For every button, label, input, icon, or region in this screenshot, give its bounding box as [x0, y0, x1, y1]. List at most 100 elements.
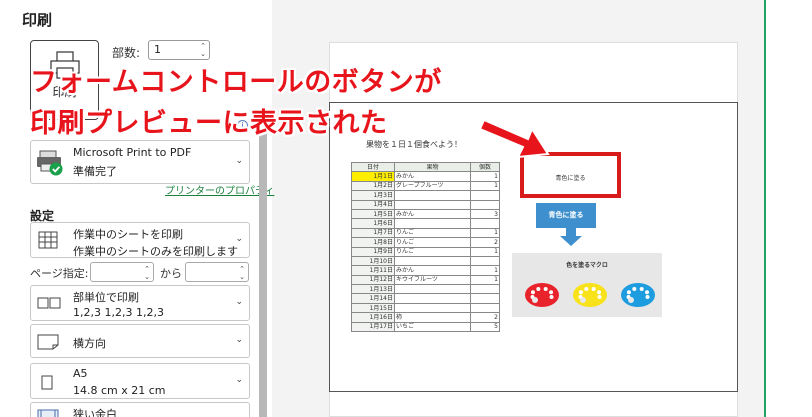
- fruit-table-body: 1月1日 みかん 1 1月2日 グレープフルーツ 1 1月3日 1月4日 1月5日 みかん 3 1月6…: [351, 171, 500, 333]
- date-cell: 1月4日: [351, 199, 395, 210]
- page-from-input[interactable]: ⌃ ⌄: [90, 262, 154, 282]
- count-cell: 1: [470, 171, 500, 182]
- table-row: 1月16日柿 2: [351, 312, 500, 323]
- count-cell: 1: [470, 265, 500, 276]
- collate-icon: [37, 297, 61, 309]
- fruit-cell: みかん: [394, 265, 471, 276]
- chevron-down-icon: ⌄: [235, 297, 243, 307]
- count-cell: 2: [470, 312, 500, 323]
- copies-label: 部数:: [112, 46, 141, 60]
- collate-desc: 1,2,3 1,2,3 1,2,3: [73, 306, 164, 319]
- page-to-spinner-icon[interactable]: ⌃ ⌄: [238, 265, 246, 281]
- macro-image: 色を塗るマクロ: [512, 253, 662, 317]
- date-cell: 1月2日: [351, 180, 395, 192]
- count-cell: [470, 284, 500, 295]
- count-cell: 1: [470, 274, 500, 286]
- paper-icon: [41, 375, 53, 390]
- margins-icon: [37, 409, 59, 417]
- chevron-down-icon: ⌄: [235, 375, 243, 385]
- header-count: 個数: [470, 161, 500, 173]
- page-to-input[interactable]: ⌃ ⌄: [185, 262, 249, 282]
- print-heading: 印刷: [22, 11, 53, 29]
- printer-properties-link[interactable]: プリンターのプロパティ: [165, 182, 274, 197]
- table-row: 1月17日 いちご 5: [351, 321, 500, 333]
- count-cell: [470, 293, 500, 304]
- copies-input[interactable]: 1 ⌃ ⌄: [148, 40, 210, 60]
- count-cell: [470, 302, 500, 314]
- fruit-cell: りんご: [394, 227, 471, 239]
- print-scope-desc: 作業中のシートのみを印刷します: [73, 245, 238, 258]
- red-button-caption: 青色に塗る: [555, 175, 586, 182]
- count-cell: 3: [470, 208, 500, 220]
- fruit-cell: [394, 302, 471, 314]
- date-cell: 1月17日: [351, 321, 395, 333]
- collate-select[interactable]: 部単位で印刷 1,2,3 1,2,3 1,2,3 ⌄: [30, 285, 250, 321]
- count-cell: [470, 199, 500, 210]
- chevron-down-icon: ⌄: [235, 234, 243, 244]
- table-row: 1月15日: [351, 302, 500, 314]
- collate-title: 部単位で印刷: [73, 291, 139, 304]
- header-date: 日付: [351, 161, 395, 173]
- printer-name: Microsoft Print to PDF: [73, 146, 192, 159]
- count-cell: [470, 218, 500, 229]
- fruit-cell: [394, 199, 471, 210]
- copies-spinner-icon[interactable]: ⌃ ⌄: [199, 42, 207, 58]
- pages-label: ページ指定:: [30, 267, 89, 280]
- count-cell: 2: [470, 237, 500, 248]
- chevron-down-icon: ⌄: [235, 156, 243, 166]
- date-cell: 1月3日: [351, 190, 395, 201]
- orientation-value: 横方向: [73, 337, 106, 350]
- palette-icon: [525, 283, 559, 307]
- fruit-cell: キウイフルーツ: [394, 274, 471, 286]
- count-cell: [470, 255, 500, 267]
- fruit-cell: 柿: [394, 312, 471, 323]
- fruit-cell: グレープフルーツ: [394, 180, 471, 192]
- landscape-page-icon: [37, 334, 59, 350]
- blue-paint-button: 青色に塗る: [536, 203, 596, 228]
- fruit-cell: [394, 293, 471, 304]
- fruit-cell: [394, 255, 471, 267]
- count-cell: 1: [470, 246, 500, 257]
- date-cell: 1月15日: [351, 302, 395, 314]
- printer-status-icon: [37, 150, 63, 176]
- date-cell: 1月8日: [351, 237, 395, 248]
- table-row: 1月1日 みかん 1: [351, 171, 500, 182]
- fruit-cell: [394, 284, 471, 295]
- date-cell: 1月7日: [351, 227, 395, 239]
- fruit-cell: みかん: [394, 171, 471, 182]
- print-scope-select[interactable]: 作業中のシートを印刷 作業中のシートのみを印刷します ⌄: [30, 222, 250, 258]
- table-row: 1月11日 みかん 1: [351, 265, 500, 276]
- table-row: 1月9日 りんご 1: [351, 246, 500, 257]
- table-row: 1月7日 りんご 1: [351, 227, 500, 239]
- table-row: 1月5日 みかん 3: [351, 208, 500, 220]
- settings-scrollbar[interactable]: [259, 130, 267, 417]
- date-cell: 1月16日: [351, 312, 395, 323]
- sheet-grid-icon: [38, 231, 58, 249]
- orientation-select[interactable]: 横方向 ⌄: [30, 324, 250, 358]
- date-cell: 1月14日: [351, 293, 395, 304]
- count-cell: 1: [470, 227, 500, 239]
- margins-select[interactable]: 狭い余白: [30, 402, 250, 417]
- paper-size-select[interactable]: A5 14.8 cm x 21 cm ⌄: [30, 363, 250, 399]
- printer-status: 準備完了: [73, 165, 117, 178]
- print-backstage: 印刷 印刷 部数: 1 ⌃ ⌄ i Microsoft Print to PDF …: [0, 0, 812, 417]
- sheet-title: 果物を１日１個食べよう！: [366, 140, 462, 149]
- chevron-down-icon: ⌄: [235, 335, 243, 345]
- paper-name: A5: [73, 367, 88, 380]
- page-from-spinner-icon[interactable]: ⌃ ⌄: [143, 265, 151, 281]
- table-row: 1月13日: [351, 284, 500, 295]
- fruit-cell: いちご: [394, 321, 471, 333]
- fruit-cell: [394, 218, 471, 229]
- paper-dimensions: 14.8 cm x 21 cm: [73, 384, 166, 397]
- palette-icons: [525, 283, 655, 307]
- header-fruit: 果物: [394, 161, 471, 173]
- table-row: 1月10日: [351, 255, 500, 267]
- table-row: 1月12日 キウイフルーツ 1: [351, 274, 500, 286]
- fruit-cell: [394, 190, 471, 201]
- count-cell: 5: [470, 321, 500, 333]
- date-cell: 1月1日: [351, 171, 395, 182]
- printer-select[interactable]: Microsoft Print to PDF 準備完了 ⌄: [30, 140, 250, 184]
- print-scope-title: 作業中のシートを印刷: [73, 228, 183, 241]
- table-row: 1月14日: [351, 293, 500, 304]
- macro-title: 色を塗るマクロ: [566, 262, 608, 269]
